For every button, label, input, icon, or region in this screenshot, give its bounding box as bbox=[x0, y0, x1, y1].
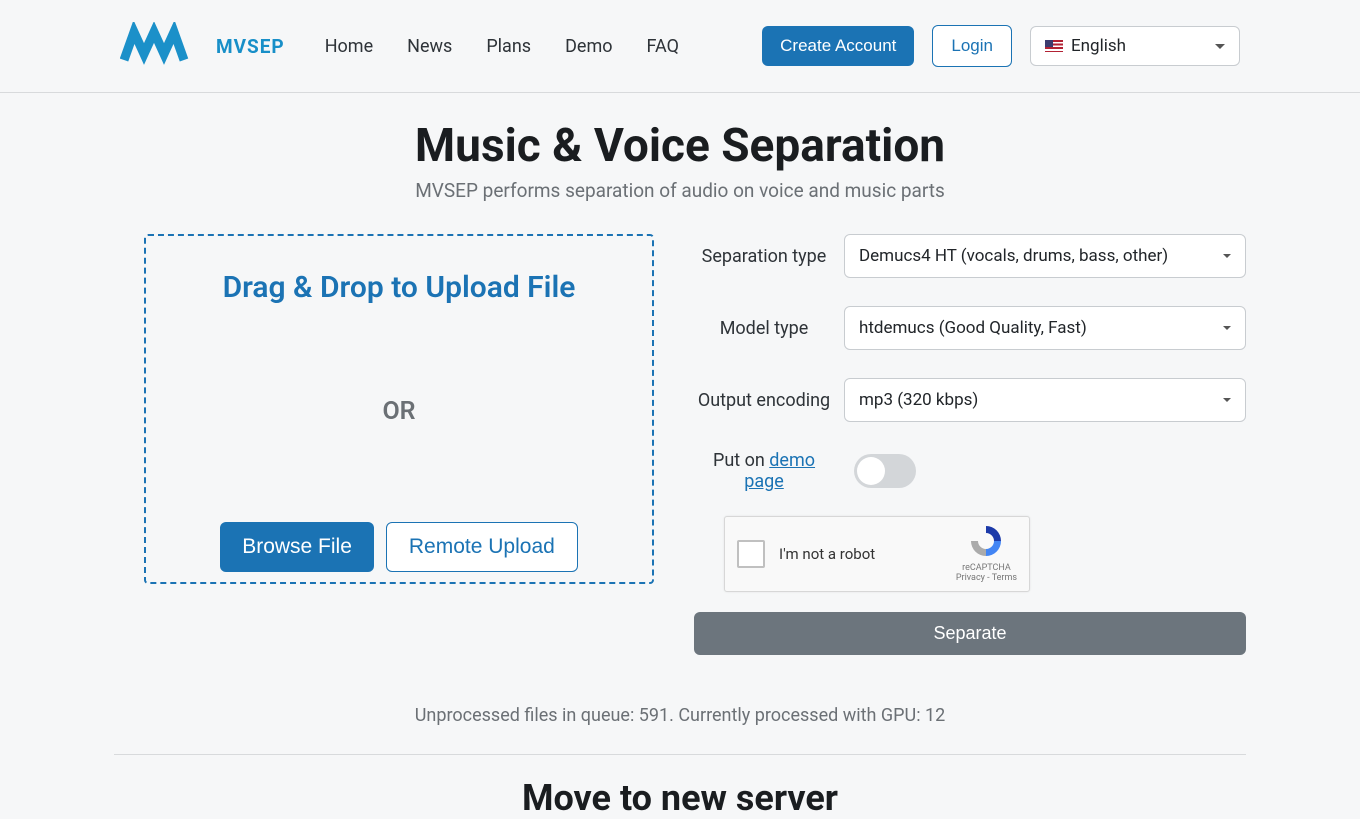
page-subtitle: MVSEP performs separation of audio on vo… bbox=[114, 179, 1246, 202]
navbar: MVSEP Home News Plans Demo FAQ Create Ac… bbox=[0, 0, 1360, 93]
recaptcha-widget: I'm not a robot reCAPTCHA Privacy - Term… bbox=[724, 516, 1030, 592]
model-type-select[interactable]: htdemucs (Good Quality, Fast) bbox=[844, 306, 1246, 350]
model-type-value: htdemucs (Good Quality, Fast) bbox=[859, 318, 1087, 338]
flag-us-icon bbox=[1045, 40, 1063, 52]
create-account-button[interactable]: Create Account bbox=[762, 26, 914, 66]
nav-home[interactable]: Home bbox=[325, 36, 373, 57]
dropzone-buttons: Browse File Remote Upload bbox=[220, 522, 578, 572]
separation-type-row: Separation type Demucs4 HT (vocals, drum… bbox=[694, 234, 1246, 278]
output-encoding-select[interactable]: mp3 (320 kbps) bbox=[844, 378, 1246, 422]
nav-faq[interactable]: FAQ bbox=[647, 36, 679, 57]
logo-text: MVSEP bbox=[216, 35, 285, 58]
dropzone-or-label: OR bbox=[382, 397, 415, 426]
remote-upload-button[interactable]: Remote Upload bbox=[386, 522, 578, 572]
separation-type-label: Separation type bbox=[694, 246, 844, 267]
output-encoding-label: Output encoding bbox=[694, 390, 844, 411]
chevron-down-icon bbox=[1223, 326, 1231, 330]
page-title: Music & Voice Separation bbox=[114, 119, 1246, 173]
toggle-knob bbox=[857, 457, 885, 485]
dropzone-title: Drag & Drop to Upload File bbox=[223, 270, 576, 305]
recaptcha-branding: reCAPTCHA Privacy - Terms bbox=[956, 524, 1017, 584]
chevron-down-icon bbox=[1223, 254, 1231, 258]
login-button[interactable]: Login bbox=[932, 25, 1012, 67]
recaptcha-checkbox[interactable] bbox=[737, 540, 765, 568]
recaptcha-label: I'm not a robot bbox=[779, 545, 875, 563]
demo-page-label: Put on demo page bbox=[694, 450, 844, 492]
file-dropzone[interactable]: Drag & Drop to Upload File OR Browse Fil… bbox=[144, 234, 654, 584]
language-select[interactable]: English bbox=[1030, 26, 1240, 66]
output-encoding-value: mp3 (320 kbps) bbox=[859, 390, 978, 410]
chevron-down-icon bbox=[1223, 398, 1231, 402]
nav-news[interactable]: News bbox=[407, 36, 452, 57]
nav-plans[interactable]: Plans bbox=[486, 36, 531, 57]
language-label: English bbox=[1071, 36, 1126, 56]
nav-links: Home News Plans Demo FAQ bbox=[325, 36, 679, 57]
recaptcha-icon bbox=[966, 524, 1006, 558]
queue-status: Unprocessed files in queue: 591. Current… bbox=[114, 705, 1246, 755]
news-section-title: Move to new server bbox=[114, 777, 1246, 819]
separation-type-select[interactable]: Demucs4 HT (vocals, drums, bass, other) bbox=[844, 234, 1246, 278]
output-encoding-row: Output encoding mp3 (320 kbps) bbox=[694, 378, 1246, 422]
main-container: Music & Voice Separation MVSEP performs … bbox=[114, 93, 1246, 819]
model-type-label: Model type bbox=[694, 318, 844, 339]
two-column-layout: Drag & Drop to Upload File OR Browse Fil… bbox=[114, 234, 1246, 655]
nav-right: Create Account Login English bbox=[762, 25, 1240, 67]
model-type-row: Model type htdemucs (Good Quality, Fast) bbox=[694, 306, 1246, 350]
recaptcha-brand-text: reCAPTCHA bbox=[956, 563, 1017, 574]
separation-type-value: Demucs4 HT (vocals, drums, bass, other) bbox=[859, 246, 1168, 266]
demo-page-row: Put on demo page bbox=[694, 450, 1246, 492]
upload-column: Drag & Drop to Upload File OR Browse Fil… bbox=[114, 234, 654, 655]
demo-page-toggle[interactable] bbox=[854, 454, 916, 488]
browse-file-button[interactable]: Browse File bbox=[220, 522, 374, 572]
chevron-down-icon bbox=[1215, 44, 1225, 49]
logo-mark-icon bbox=[120, 22, 210, 70]
site-logo[interactable]: MVSEP bbox=[120, 22, 285, 70]
nav-demo[interactable]: Demo bbox=[565, 36, 612, 57]
demo-page-label-pre: Put on bbox=[713, 450, 769, 471]
recaptcha-terms[interactable]: Privacy - Terms bbox=[956, 573, 1017, 584]
separate-button[interactable]: Separate bbox=[694, 612, 1246, 655]
options-column: Separation type Demucs4 HT (vocals, drum… bbox=[694, 234, 1246, 655]
